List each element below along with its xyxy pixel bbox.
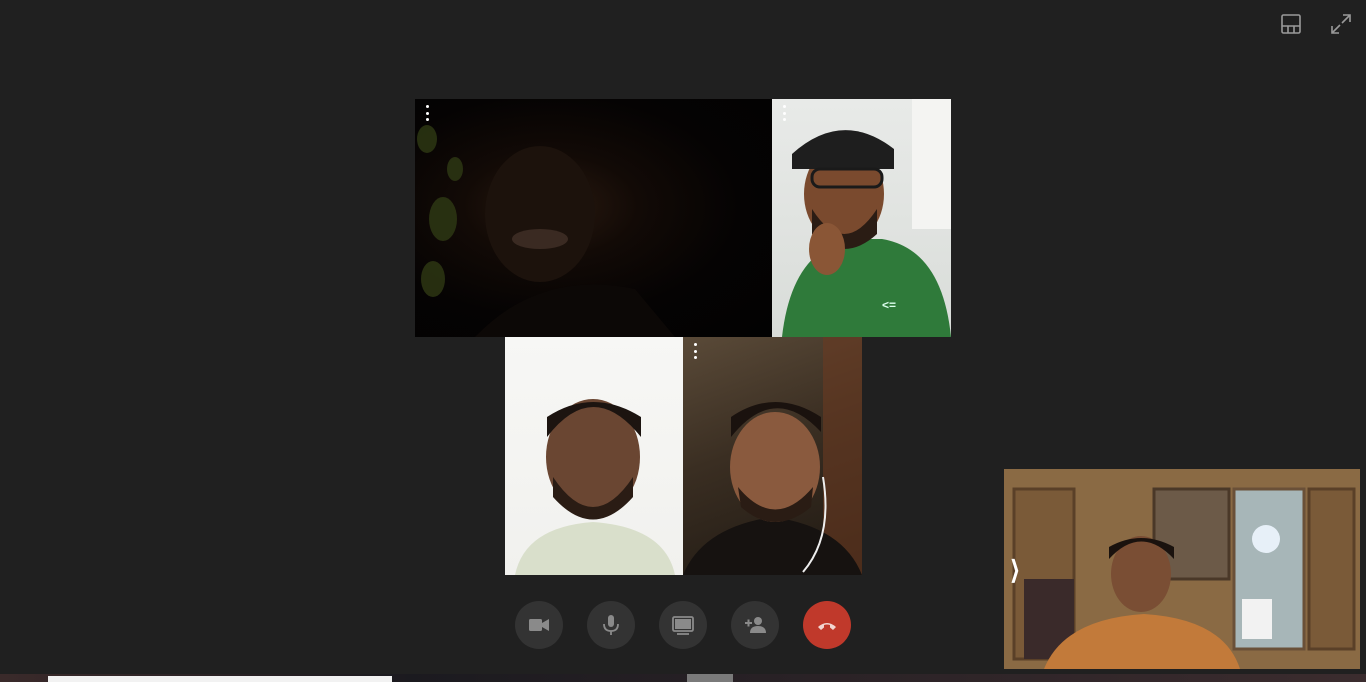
self-video xyxy=(1004,469,1360,669)
layout-icon[interactable] xyxy=(1277,10,1305,38)
participant-tile-3[interactable] xyxy=(505,337,683,575)
screen-share-icon xyxy=(672,616,694,635)
call-stage: <= ⟩ xyxy=(0,0,1366,682)
chevron-right-icon[interactable]: ⟩ xyxy=(1010,555,1020,586)
taskbar xyxy=(0,674,1366,682)
mic-button[interactable] xyxy=(587,601,635,649)
self-view[interactable]: ⟩ xyxy=(1004,469,1360,669)
participant-tile-4[interactable] xyxy=(683,337,862,575)
participant-video-4 xyxy=(683,337,862,575)
call-end-icon xyxy=(818,623,836,630)
more-vert-icon[interactable] xyxy=(780,103,788,123)
participant-video-2: <= xyxy=(782,99,951,337)
participant-video-1 xyxy=(417,125,675,337)
end-call-button[interactable] xyxy=(803,601,851,649)
call-controls xyxy=(515,601,851,649)
screen-share-button[interactable] xyxy=(659,601,707,649)
taskbar-search-field[interactable] xyxy=(48,676,392,682)
mic-icon xyxy=(603,615,619,635)
more-vert-icon[interactable] xyxy=(423,103,431,123)
more-vert-icon[interactable] xyxy=(691,341,699,361)
person-add-icon xyxy=(745,617,766,633)
participant-tile-2[interactable]: <= xyxy=(772,99,951,337)
add-person-button[interactable] xyxy=(731,601,779,649)
svg-text:<=: <= xyxy=(882,298,896,312)
camera-button[interactable] xyxy=(515,601,563,649)
participant-tile-1[interactable] xyxy=(415,99,772,337)
taskbar-item[interactable] xyxy=(687,674,733,682)
participant-video-3 xyxy=(515,399,675,575)
videocam-icon xyxy=(529,619,549,631)
fullscreen-icon[interactable] xyxy=(1327,10,1355,38)
